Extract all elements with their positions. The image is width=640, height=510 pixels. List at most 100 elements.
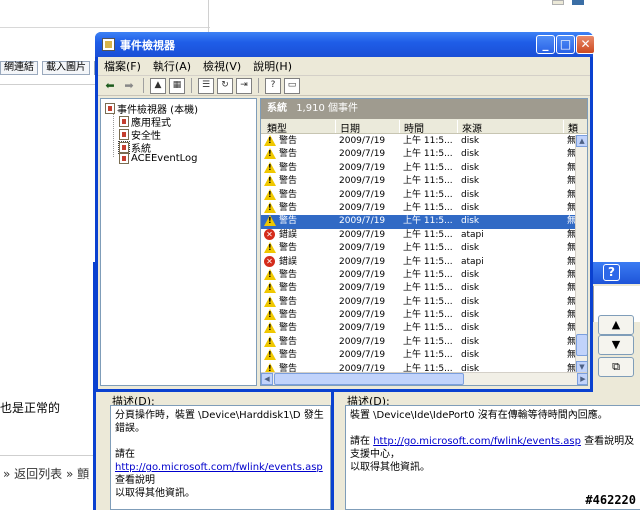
table-row[interactable]: 警告2009/7/19上午 11:5...disk無 (261, 268, 577, 282)
help-icon[interactable]: ? (265, 77, 281, 94)
post-text: 也是正常的 (0, 401, 61, 415)
event-type: 警告 (279, 336, 298, 347)
event-viewer-window: 事件檢視器 _ □ ✕ 檔案(F) 執行(A) 檢視(V) 說明(H) ⬅ ➡ … (95, 32, 595, 392)
description-textbox[interactable]: 分頁操作時，裝置 \Device\Harddisk1\D 發生錯誤。 請在 ht… (110, 405, 331, 510)
event-type: 警告 (279, 310, 298, 321)
warning-icon (264, 161, 276, 173)
table-row[interactable]: 警告2009/7/19上午 11:5...disk無 (261, 349, 577, 362)
scroll-thumb[interactable] (572, 0, 584, 5)
scroll-up-button[interactable]: ▲ (576, 135, 587, 147)
table-row[interactable]: 警告2009/7/19上午 11:5...disk無 (261, 188, 577, 202)
refresh-icon[interactable]: ↻ (217, 77, 233, 94)
menu-file[interactable]: 檔案(F) (104, 58, 141, 74)
event-type: 警告 (279, 136, 298, 146)
scroll-right-button[interactable]: ▶ (577, 373, 587, 385)
previous-event-button[interactable]: ▲ (598, 315, 634, 335)
column-header-source[interactable]: 來源 (457, 120, 563, 135)
table-row[interactable]: 警告2009/7/19上午 11:5...disk無 (261, 175, 577, 188)
up-folder-icon[interactable]: ▲ (150, 77, 166, 94)
export-icon[interactable]: ⇥ (236, 77, 252, 94)
divider (0, 84, 96, 85)
show-tree-icon[interactable]: ▦ (169, 77, 185, 94)
horizontal-scrollbar[interactable]: ◀ ▶ (261, 372, 587, 385)
events-help-link[interactable]: http://go.microsoft.com/fwlink/events.as… (115, 462, 323, 473)
event-type: 警告 (279, 189, 298, 200)
event-type: 警告 (279, 283, 298, 294)
column-header-time[interactable]: 時間 (399, 120, 457, 135)
warning-icon (264, 295, 276, 307)
event-date: 2009/7/19 (339, 202, 386, 213)
event-date: 2009/7/19 (339, 336, 386, 347)
menu-view[interactable]: 檢視(V) (203, 58, 241, 74)
event-type: 警告 (279, 243, 298, 254)
column-header-type[interactable]: 類型 (263, 120, 335, 135)
event-time: 上午 11:5... (403, 350, 453, 361)
scroll-thumb[interactable] (576, 334, 587, 356)
table-row[interactable]: 警告2009/7/19上午 11:5...disk無 (261, 215, 577, 229)
log-icon (119, 153, 129, 164)
maximize-button[interactable]: □ (556, 35, 575, 54)
table-row[interactable]: ✕ 錯誤 2009/7/19 上午 11:5... atapi 無 (261, 228, 577, 242)
table-row[interactable]: ✕ 錯誤 2009/7/19 上午 11:5... atapi 無 (261, 255, 577, 269)
back-to-list-link[interactable]: » 返回列表 » 顫 (3, 465, 89, 482)
scroll-arrow[interactable] (552, 0, 564, 5)
vertical-scrollbar[interactable]: ▲ ▼ (575, 135, 587, 373)
scroll-thumb[interactable] (274, 373, 464, 385)
scroll-left-button[interactable]: ◀ (261, 373, 273, 385)
event-time: 上午 11:5... (403, 243, 453, 254)
insert-link-button[interactable]: 網連結 (0, 61, 38, 75)
event-type: 錯誤 (279, 256, 298, 267)
event-time: 上午 11:5... (403, 283, 453, 294)
next-event-button[interactable]: ▼ (598, 335, 634, 355)
event-date: 2009/7/19 (339, 243, 386, 254)
back-icon[interactable]: ⬅ (102, 78, 118, 94)
console-icon[interactable]: ▭ (284, 77, 300, 94)
table-row[interactable]: 警告2009/7/19上午 11:5...disk無 (261, 309, 577, 322)
event-count: 1,910 個事件 (296, 103, 358, 114)
menu-action[interactable]: 執行(A) (153, 58, 191, 74)
table-row[interactable]: 警告2009/7/19上午 11:5...disk無 (261, 148, 577, 161)
warning-icon (264, 349, 276, 361)
table-row[interactable]: 警告2009/7/19上午 11:5...disk無 (261, 201, 577, 215)
table-row[interactable]: 警告2009/7/19上午 11:5...disk無 (261, 282, 577, 295)
titlebar[interactable]: 事件檢視器 _ □ ✕ (95, 32, 595, 57)
help-button[interactable]: ? (603, 264, 620, 281)
description-line: 以取得其他資訊。 (115, 488, 195, 499)
properties-icon[interactable]: ☰ (198, 77, 214, 94)
tree-item-aceeventlog[interactable]: ACEEventLog (119, 153, 197, 164)
close-button[interactable]: ✕ (576, 35, 595, 54)
warning-icon (264, 175, 276, 187)
table-row[interactable]: 警告2009/7/19上午 11:5...disk無 (261, 135, 577, 148)
event-time: 上午 11:5... (403, 162, 453, 173)
divider (208, 0, 209, 34)
event-type: 警告 (279, 216, 298, 227)
minimize-button[interactable]: _ (536, 35, 555, 54)
copy-button[interactable]: ⧉ (598, 357, 634, 377)
column-header-date[interactable]: 日期 (335, 120, 399, 135)
event-date: 2009/7/19 (339, 269, 386, 280)
events-help-link[interactable]: http://go.microsoft.com/fwlink/events.as… (373, 436, 581, 447)
event-viewer-icon (105, 103, 115, 114)
event-source: disk (461, 216, 480, 227)
table-row[interactable]: 警告2009/7/19上午 11:5...disk無 (261, 295, 577, 309)
warning-icon (264, 268, 276, 280)
event-time: 上午 11:5... (403, 229, 453, 240)
table-row[interactable]: 警告2009/7/19上午 11:5...disk無 (261, 161, 577, 175)
table-row[interactable]: 警告2009/7/19上午 11:5...disk無 (261, 322, 577, 335)
log-icon (118, 141, 130, 154)
forward-icon[interactable]: ➡ (121, 78, 137, 94)
event-time: 上午 11:5... (403, 149, 453, 160)
table-row[interactable]: 警告2009/7/19上午 11:5...disk無 (261, 242, 577, 255)
event-time: 上午 11:5... (403, 189, 453, 200)
event-date: 2009/7/19 (339, 323, 386, 334)
maximize-icon: □ (559, 37, 572, 51)
table-row[interactable]: 警告2009/7/19上午 11:5...disk無 (261, 335, 577, 349)
divider (0, 27, 210, 28)
event-date: 2009/7/19 (339, 310, 386, 321)
column-header-category[interactable]: 類 (563, 120, 587, 135)
minimize-icon: _ (542, 37, 549, 51)
close-icon: ✕ (580, 37, 591, 51)
load-image-button[interactable]: 載入圖片 (42, 61, 90, 75)
event-date: 2009/7/19 (339, 162, 386, 173)
menu-help[interactable]: 說明(H) (253, 58, 292, 74)
